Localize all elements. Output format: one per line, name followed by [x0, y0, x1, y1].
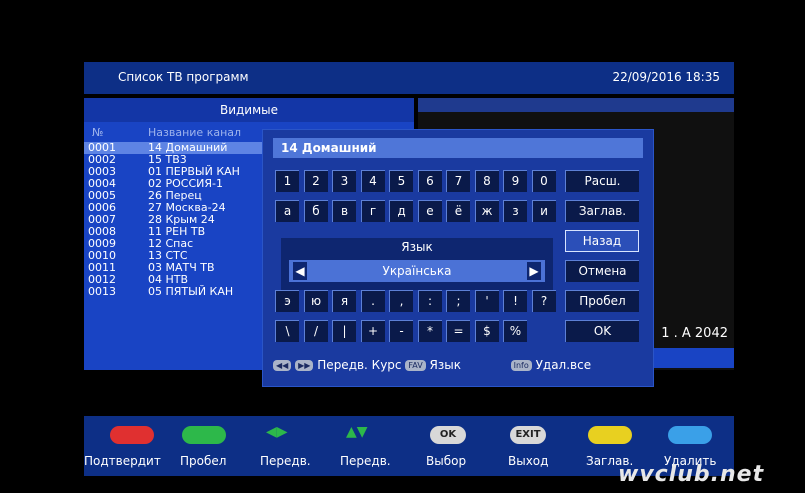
key-button[interactable]: а — [275, 200, 299, 222]
key-button[interactable]: % — [503, 320, 527, 342]
confirm-label: Подтвердит — [84, 454, 161, 468]
key-button[interactable]: : — [417, 290, 442, 312]
key-button[interactable]: ю — [303, 290, 328, 312]
key-button[interactable]: Отмена — [565, 260, 639, 282]
key-button[interactable]: ж — [474, 200, 499, 222]
chevron-right-icon[interactable]: ▶ — [527, 262, 541, 280]
key-button[interactable]: / — [303, 320, 328, 342]
datetime: 22/09/2016 18:35 — [612, 70, 720, 84]
key-button[interactable]: Пробел — [565, 290, 639, 312]
key-button[interactable]: - — [389, 320, 413, 342]
key-button[interactable]: OK — [565, 320, 639, 342]
ok-button[interactable]: OK — [430, 426, 466, 444]
key-button[interactable]: 0 — [531, 170, 556, 192]
key-button[interactable]: 2 — [303, 170, 328, 192]
col-number: № — [92, 126, 104, 139]
watermark: wvclub.net — [618, 462, 765, 487]
key-button[interactable]: г — [360, 200, 385, 222]
rename-keyboard-dialog: 14 Домашний 1 2 3 4 5 6 7 8 9 0 а б в г д е ё ж з и э ю я.,:; '… — [262, 129, 654, 387]
key-button[interactable]: 8 — [474, 170, 499, 192]
move-label-1: Передв. — [260, 454, 311, 468]
page-title: Список ТВ программ — [118, 70, 249, 84]
key-button[interactable]: . — [360, 290, 385, 312]
delete-all-hint: Удал.все — [535, 358, 592, 372]
move-cursor-hint: Передв. Курс — [317, 358, 402, 372]
green-button-icon[interactable] — [182, 426, 226, 444]
key-button[interactable]: ! — [503, 290, 527, 312]
language-popup: Язык Українська ◀ ▶ — [281, 238, 553, 290]
key-button[interactable]: 9 — [503, 170, 527, 192]
channel-name: 05 ПЯТЫЙ КАН — [148, 285, 234, 298]
fav-badge: FAV — [405, 360, 426, 371]
key-button[interactable]: \ — [275, 320, 299, 342]
key-button[interactable]: 6 — [417, 170, 442, 192]
key-button[interactable]: 7 — [446, 170, 470, 192]
channel-name-input[interactable]: 14 Домашний — [273, 138, 643, 158]
exit-button[interactable]: EXIT — [510, 426, 546, 444]
dialog-footer: ◀◀ ▶▶ Передв. Курс FAV Язык Info Удал.вс… — [273, 358, 643, 378]
key-button[interactable]: э — [275, 290, 299, 312]
red-button-icon[interactable] — [110, 426, 154, 444]
key-button[interactable]: * — [417, 320, 442, 342]
key-button[interactable]: ? — [531, 290, 556, 312]
key-button[interactable]: з — [503, 200, 527, 222]
exit-label: Выход — [508, 454, 549, 468]
key-button[interactable]: ; — [446, 290, 470, 312]
video-overlay-text: 1 . A 2042 — [661, 326, 728, 341]
key-button[interactable]: ё — [446, 200, 470, 222]
key-button[interactable]: + — [360, 320, 385, 342]
top-header: Список ТВ программ 22/09/2016 18:35 — [84, 62, 734, 94]
fast-forward-icon: ▶▶ — [295, 360, 314, 371]
key-button[interactable]: Назад — [565, 230, 639, 252]
key-button[interactable]: $ — [474, 320, 499, 342]
move-label-2: Передв. — [340, 454, 391, 468]
channel-number: 0013 — [88, 285, 116, 298]
key-button[interactable]: , — [389, 290, 413, 312]
key-button[interactable]: б — [303, 200, 328, 222]
key-button[interactable]: Расш. — [565, 170, 639, 192]
rewind-icon: ◀◀ — [273, 360, 292, 371]
language-hint: Язык — [429, 358, 461, 372]
language-title: Язык — [401, 240, 433, 254]
key-button[interactable]: 5 — [389, 170, 413, 192]
col-name: Название канал — [148, 126, 242, 139]
key-button[interactable]: е — [417, 200, 442, 222]
key-button[interactable]: в — [332, 200, 356, 222]
key-button[interactable]: ' — [474, 290, 499, 312]
key-button[interactable]: = — [446, 320, 470, 342]
key-button[interactable]: Заглав. — [565, 200, 639, 222]
video-top-strip — [418, 98, 734, 112]
key-button[interactable]: 3 — [332, 170, 356, 192]
chevron-left-icon[interactable]: ◀ — [293, 262, 307, 280]
left-right-arrows-icon: ◀▶ — [266, 424, 288, 440]
info-badge: Info — [510, 360, 532, 371]
key-button[interactable]: | — [332, 320, 356, 342]
language-value: Українська — [382, 264, 452, 278]
tab-visible[interactable]: Видимые — [84, 98, 414, 122]
key-button[interactable]: 1 — [275, 170, 299, 192]
language-selector[interactable]: Українська ◀ ▶ — [289, 260, 545, 282]
select-label: Выбор — [426, 454, 467, 468]
key-button[interactable]: 4 — [360, 170, 385, 192]
space-label: Пробел — [180, 454, 227, 468]
blue-button-icon[interactable] — [668, 426, 712, 444]
up-down-arrows-icon: ▲▼ — [346, 424, 368, 440]
key-button[interactable]: я — [332, 290, 356, 312]
key-button[interactable]: и — [531, 200, 556, 222]
key-button[interactable]: д — [389, 200, 413, 222]
yellow-button-icon[interactable] — [588, 426, 632, 444]
